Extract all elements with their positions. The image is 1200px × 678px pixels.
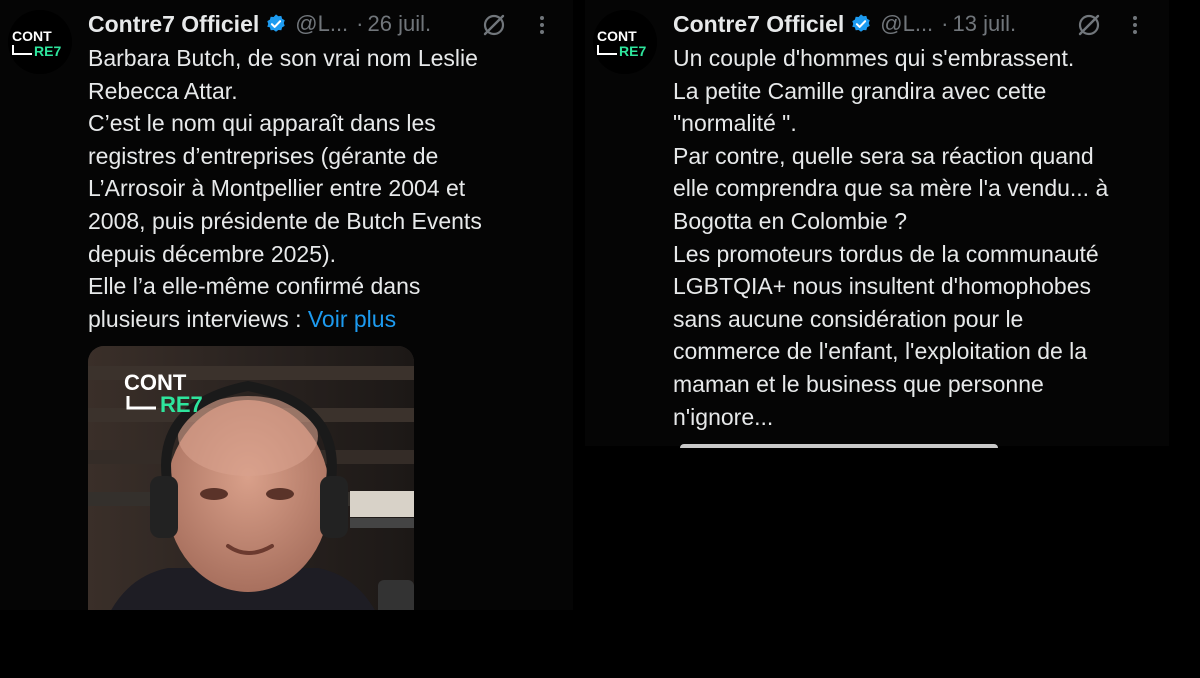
text-line: Bogotta en Colombie ? (673, 207, 907, 234)
text-line: "normalité ". (673, 110, 797, 137)
show-more-link[interactable]: Voir plus (308, 306, 396, 332)
text-line: maman et le business que personne (673, 370, 1044, 397)
text-line: Barbara Butch, de son vrai nom Leslie (88, 45, 478, 71)
media-logo-bottom: RE7 (160, 392, 203, 417)
grok-icon[interactable] (1076, 12, 1102, 38)
text-line: sans aucune considération pour le (673, 305, 1024, 332)
media-photo: CONT RE7 (88, 346, 414, 610)
text-line: Elle l’a elle-même confirmé dans (88, 273, 421, 300)
author-handle[interactable]: @L... (295, 11, 348, 37)
tweet-media-image-edge[interactable] (680, 444, 998, 448)
logo-text-top: CONT (12, 28, 52, 44)
author-name[interactable]: Contre7 Officiel (673, 11, 844, 38)
text-line: commerce de l'enfant, l'exploitation de … (673, 338, 1088, 365)
tweet-header: Contre7 Officiel @L... · 26 juil. (88, 8, 573, 40)
text-line: La petite Camille grandira avec cette (673, 77, 1047, 104)
tweet-left[interactable]: CONT RE7 Contre7 Officiel @L... · 26 jui… (0, 0, 573, 610)
more-options-icon[interactable] (1128, 12, 1142, 38)
text-line: Par contre, quelle sera sa réaction quan… (673, 142, 1094, 169)
tweet-date[interactable]: 26 juil. (368, 11, 432, 37)
separator-dot: · (356, 11, 364, 36)
verified-badge-icon (267, 14, 285, 32)
text-line: 2008, puis présidente de Butch Events (88, 207, 482, 234)
tweet-media-image[interactable]: CONT RE7 (88, 346, 414, 610)
text-line: registres d’entreprises (gérante de (88, 142, 439, 169)
grok-icon[interactable] (481, 12, 507, 38)
tweet-date[interactable]: 13 juil. (953, 11, 1017, 37)
tweet-right[interactable]: CONT RE7 Contre7 Officiel @L... · 13 jui… (585, 0, 1169, 446)
tweet-header: Contre7 Officiel @L... · 13 juil. (673, 8, 1169, 40)
separator-dot: · (941, 11, 949, 36)
tweet-text: Barbara Butch, de son vrai nom Leslie Re… (88, 42, 482, 335)
logo-text-bottom: RE7 (34, 43, 61, 59)
text-line: LGBTQIA+ nous insultent d'homophobes (673, 273, 1092, 300)
more-options-icon[interactable] (535, 12, 549, 38)
author-handle[interactable]: @L... (880, 11, 933, 37)
text-line: depuis décembre 2025). (88, 240, 337, 267)
text-line: Un couple d'hommes qui s'embrassent. (673, 45, 1075, 71)
avatar[interactable]: CONT RE7 (8, 10, 72, 74)
text-line: elle comprendra que sa mère l'a vendu...… (673, 175, 1109, 202)
verified-badge-icon (852, 14, 870, 32)
logo-text-top: CONT (597, 28, 637, 44)
text-line: Rebecca Attar. (88, 77, 238, 104)
text-line: L’Arrosoir à Montpellier entre 2004 et (88, 175, 466, 202)
logo-text-bottom: RE7 (619, 43, 646, 59)
text-line-last-content: plusieurs interviews : (88, 305, 308, 332)
text-line: Les promoteurs tordus de la communauté (673, 240, 1099, 267)
text-line: n'ignore... (673, 403, 774, 430)
tweet-text: Un couple d'hommes qui s'embrassent. La … (673, 42, 1108, 433)
contre7-logo: CONT RE7 (593, 10, 657, 74)
text-line-last: plusieurs interviews : Voir plus (88, 303, 482, 336)
contre7-logo: CONT RE7 (8, 10, 72, 74)
text-line: C’est le nom qui apparaît dans les (88, 110, 436, 137)
author-name[interactable]: Contre7 Officiel (88, 11, 259, 38)
avatar[interactable]: CONT RE7 (593, 10, 657, 74)
